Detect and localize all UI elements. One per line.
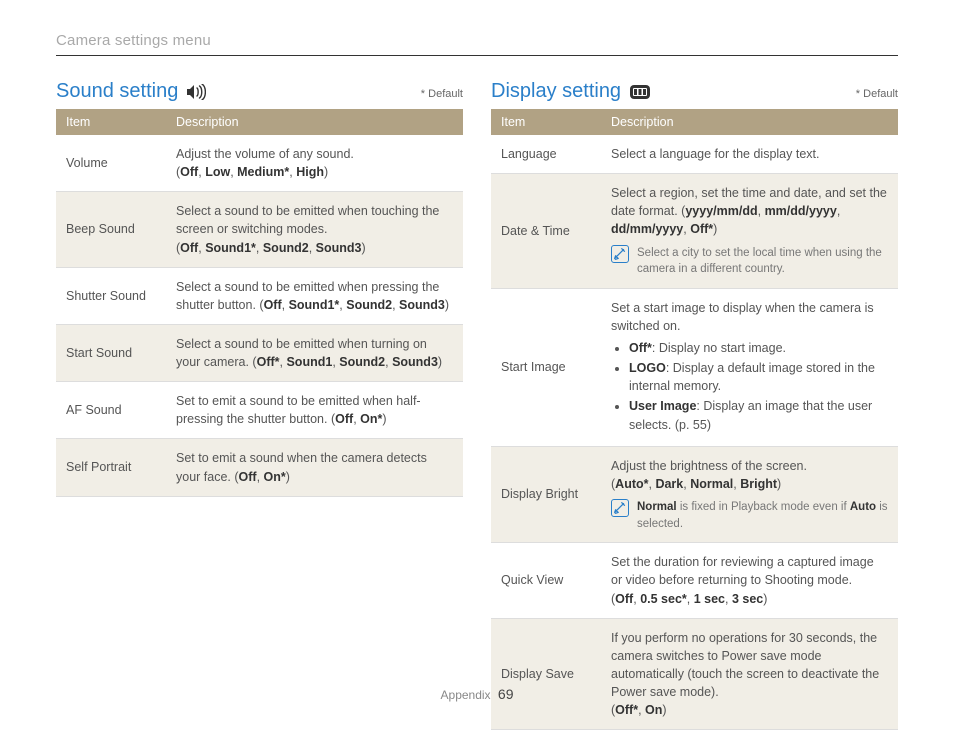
display-settings-table: Item Description Language Select a langu… <box>491 109 898 730</box>
col-desc: Description <box>166 109 463 135</box>
item-name: Language <box>491 135 601 174</box>
display-section-title: Display setting <box>491 80 621 103</box>
note-text: Select a city to set the local time when… <box>637 245 888 278</box>
sound-settings-table: Item Description Volume Adjust the volum… <box>56 109 463 497</box>
list-item: User Image: Display an image that the us… <box>629 397 888 433</box>
display-icon <box>629 84 651 100</box>
list-item: Off*: Display no start image. <box>629 339 888 357</box>
table-row: Beep Sound Select a sound to be emitted … <box>56 192 463 267</box>
table-row: Display Save If you perform no operation… <box>491 618 898 730</box>
footer-section: Appendix <box>441 688 491 702</box>
table-row: Volume Adjust the volume of any sound. (… <box>56 135 463 192</box>
item-desc: Set a start image to display when the ca… <box>601 288 898 446</box>
breadcrumb: Camera settings menu <box>56 32 898 55</box>
table-row: Language Select a language for the displ… <box>491 135 898 174</box>
table-row: AF Sound Set to emit a sound to be emitt… <box>56 382 463 439</box>
note-icon <box>611 499 629 517</box>
list-item: LOGO: Display a default image stored in … <box>629 359 888 395</box>
item-name: Beep Sound <box>56 192 166 267</box>
item-desc: Set to emit a sound when the camera dete… <box>166 439 463 496</box>
page-footer: Appendix 69 <box>0 686 954 702</box>
item-name: Quick View <box>491 543 601 618</box>
item-name: Self Portrait <box>56 439 166 496</box>
item-desc: Set the duration for reviewing a capture… <box>601 543 898 618</box>
item-name: Start Image <box>491 288 601 446</box>
default-note: * Default <box>421 88 463 100</box>
sound-icon <box>186 84 206 100</box>
item-desc: Select a language for the display text. <box>601 135 898 174</box>
table-row: Display Bright Adjust the brightness of … <box>491 446 898 543</box>
col-item: Item <box>56 109 166 135</box>
item-desc: Select a sound to be emitted when turnin… <box>166 324 463 381</box>
sound-setting-section: Sound setting * Default Item Description… <box>56 80 463 730</box>
page-number: 69 <box>498 686 514 702</box>
item-name: Shutter Sound <box>56 267 166 324</box>
divider <box>56 55 898 56</box>
item-name: Volume <box>56 135 166 192</box>
item-name: AF Sound <box>56 382 166 439</box>
note-icon <box>611 245 629 263</box>
item-name: Display Bright <box>491 446 601 543</box>
col-desc: Description <box>601 109 898 135</box>
table-row: Date & Time Select a region, set the tim… <box>491 174 898 289</box>
table-row: Quick View Set the duration for reviewin… <box>491 543 898 618</box>
table-row: Shutter Sound Select a sound to be emitt… <box>56 267 463 324</box>
item-desc: Select a region, set the time and date, … <box>601 174 898 289</box>
item-name: Start Sound <box>56 324 166 381</box>
table-row: Start Image Set a start image to display… <box>491 288 898 446</box>
item-name: Date & Time <box>491 174 601 289</box>
item-desc: Select a sound to be emitted when pressi… <box>166 267 463 324</box>
col-item: Item <box>491 109 601 135</box>
item-name: Display Save <box>491 618 601 730</box>
table-row: Self Portrait Set to emit a sound when t… <box>56 439 463 496</box>
note-text: Normal is fixed in Playback mode even if… <box>637 499 888 532</box>
display-setting-section: Display setting * Default Item Descripti… <box>491 80 898 730</box>
item-desc: If you perform no operations for 30 seco… <box>601 618 898 730</box>
sound-section-title: Sound setting <box>56 80 178 103</box>
table-row: Start Sound Select a sound to be emitted… <box>56 324 463 381</box>
item-desc: Set to emit a sound to be emitted when h… <box>166 382 463 439</box>
item-desc: Adjust the brightness of the screen. (Au… <box>601 446 898 543</box>
item-desc: Adjust the volume of any sound. (Off, Lo… <box>166 135 463 192</box>
item-desc: Select a sound to be emitted when touchi… <box>166 192 463 267</box>
default-note: * Default <box>856 88 898 100</box>
